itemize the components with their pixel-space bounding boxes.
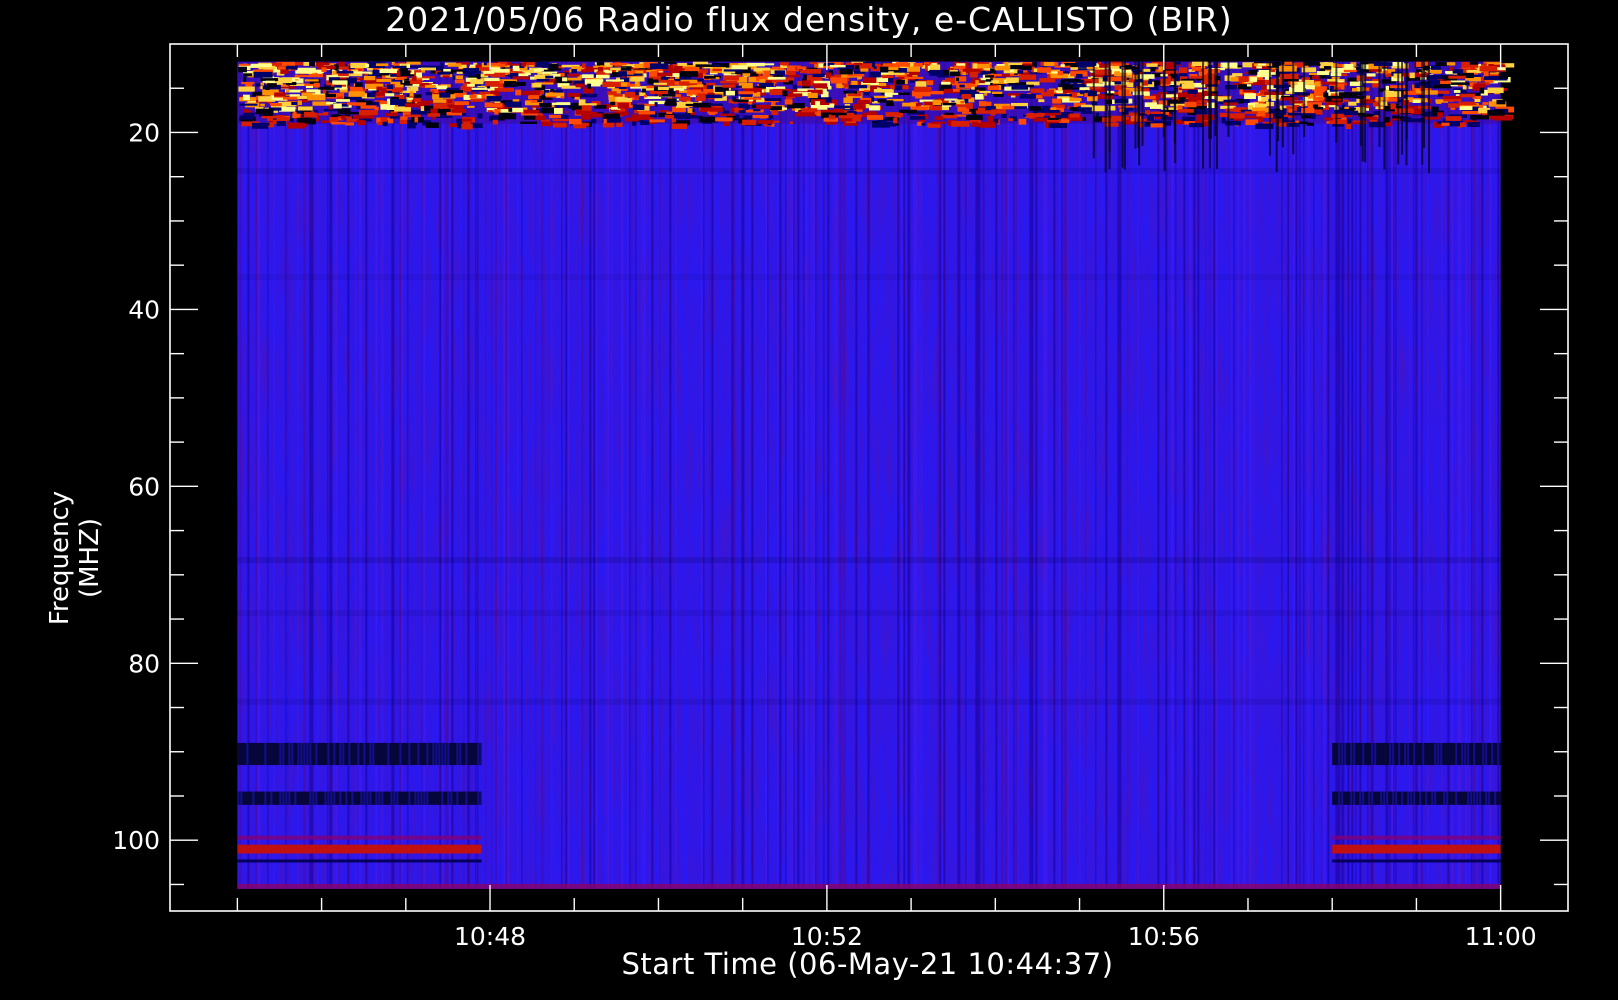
- bottom-edge: [237, 883, 1501, 889]
- feature-halo: [237, 835, 482, 840]
- x-tick-label: 11:00: [1465, 922, 1537, 951]
- feature-band: [237, 791, 482, 805]
- freq-band: [237, 610, 1501, 617]
- freq-band: [237, 274, 1501, 281]
- feature-1: [237, 742, 483, 766]
- feature-2: [1332, 742, 1501, 766]
- y-tick-label: 20: [128, 118, 160, 147]
- feature-3: [237, 791, 483, 805]
- plot-area: [237, 61, 1515, 889]
- x-tick-label: 10:56: [1128, 922, 1200, 951]
- x-tick-label: 10:48: [454, 922, 526, 951]
- feature-band: [237, 844, 482, 854]
- freq-band: [237, 557, 1501, 564]
- feature-band: [1332, 742, 1501, 766]
- spectrogram-chart: 20 40 60 80 100 10:48 10:52 10:56 11:00: [112, 43, 1569, 951]
- y-tick-label: 60: [128, 472, 160, 501]
- feature-4: [1332, 791, 1501, 805]
- feature-band: [1332, 844, 1501, 854]
- y-tick-label: 100: [112, 826, 160, 855]
- y-tick-label: 80: [128, 649, 160, 678]
- feature-halo: [237, 859, 482, 863]
- x-tick-label: 10:52: [791, 922, 863, 951]
- feature-halo: [1332, 859, 1501, 863]
- y-tick-label: 40: [128, 295, 160, 324]
- freq-band: [237, 698, 1501, 705]
- feature-band: [1332, 791, 1501, 805]
- freq-band: [237, 167, 1501, 174]
- feature-halo: [1332, 835, 1501, 840]
